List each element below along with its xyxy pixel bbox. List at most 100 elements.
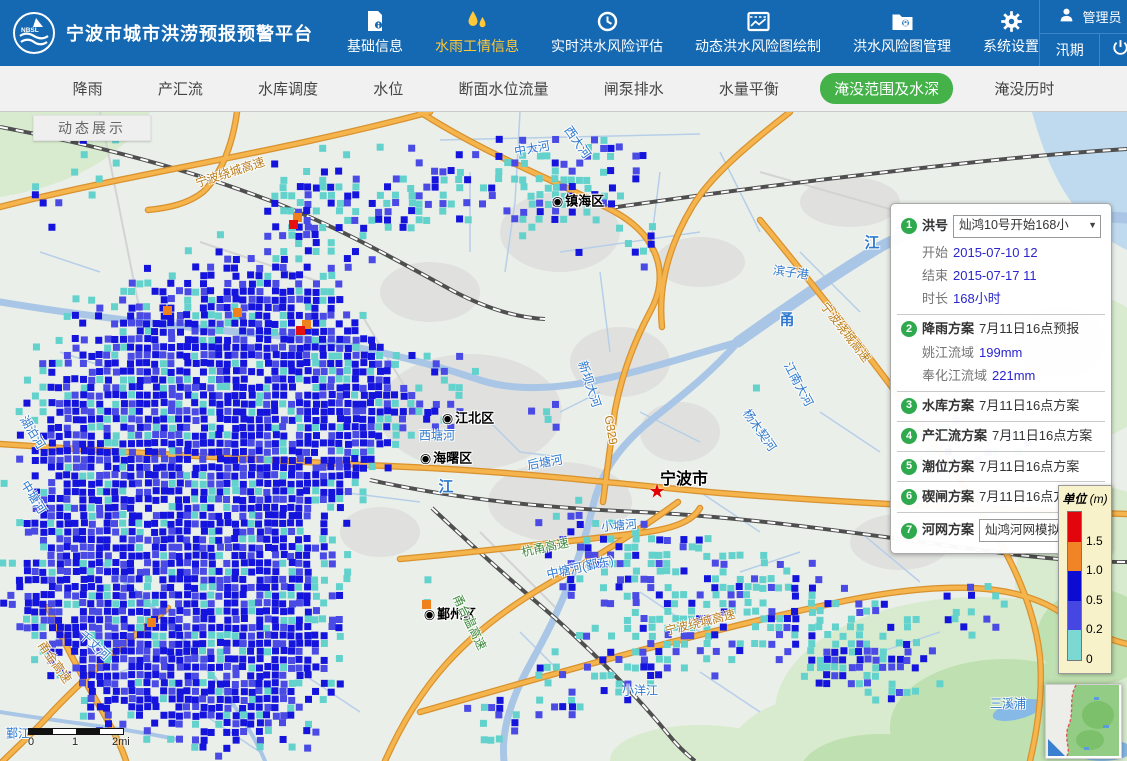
- header: NBSL 宁波市城市洪涝预报预警平台 基础信息 水雨工情信息 实时洪水风险评估动态洪…: [0, 0, 1127, 66]
- user-block: 管理员 汛期: [1039, 0, 1127, 66]
- chart-drawing-icon: [747, 10, 770, 32]
- panel-row-value: 7月11日16点方案: [979, 398, 1079, 414]
- panel-row: 2 降雨方案 7月11日16点预报: [901, 318, 1101, 341]
- panel-row-value: 199mm: [979, 345, 1022, 361]
- dynamic-display-button[interactable]: 动态展示: [33, 115, 151, 141]
- nav-item-6[interactable]: 系统设置: [983, 10, 1039, 56]
- panel-divider: [897, 391, 1105, 392]
- nav-item-label: 动态洪水风险图绘制: [695, 36, 821, 56]
- panel-row-label: 洪号: [922, 218, 948, 234]
- panel-row-value: 2015-07-17 11: [953, 268, 1037, 284]
- panel-row-value: 2015-07-10 12: [953, 245, 1038, 261]
- user-name: 管理员: [1082, 7, 1121, 26]
- legend-segment: [1068, 542, 1081, 572]
- legend-segment: [1068, 571, 1081, 601]
- legend-tick: 0.2: [1086, 622, 1103, 636]
- step-badge: 3: [901, 398, 917, 414]
- panel-divider: [897, 451, 1105, 452]
- nav-item-5[interactable]: 洪水风险图管理: [853, 10, 951, 56]
- legend-segment: [1068, 601, 1081, 631]
- minimap-toggle-icon[interactable]: [1048, 739, 1065, 756]
- function-tabs: 降雨产汇流水库调度水位断面水位流量闸泵排水水量平衡淹没范围及水深淹没历时: [0, 66, 1127, 112]
- select-value: 灿鸿10号开始168小: [959, 218, 1069, 234]
- panel-row-label: 开始: [922, 245, 948, 261]
- panel-row-label: 姚江流域: [922, 345, 974, 361]
- step-badge: 6: [901, 489, 917, 505]
- step-badge: 1: [901, 218, 917, 234]
- legend-tick: 1.0: [1086, 563, 1103, 577]
- map-scale-bar: 012mi: [28, 728, 124, 749]
- nav-item-4[interactable]: 动态洪水风险图绘制: [695, 10, 821, 56]
- panel-row-label: 时长: [922, 291, 948, 307]
- legend-tick: 0: [1086, 652, 1093, 666]
- user-icon: [1058, 7, 1075, 26]
- tab-7[interactable]: 水量平衡: [705, 73, 793, 104]
- legend-segment: [1068, 630, 1081, 660]
- panel-row: 开始 2015-07-10 12: [922, 241, 1101, 264]
- scale-tick-label: 1: [72, 736, 78, 748]
- nav-item-label: 水雨工情信息: [435, 36, 519, 56]
- panel-row-label: 降雨方案: [922, 321, 974, 337]
- gear-icon: [1001, 10, 1022, 32]
- folder-lock-icon: [891, 10, 914, 32]
- panel-divider: [897, 481, 1105, 482]
- panel-row-value: 7月11日16点预报: [979, 321, 1079, 337]
- tab-4[interactable]: 水位: [359, 73, 417, 104]
- flood-period-button[interactable]: 汛期: [1040, 34, 1100, 67]
- brand: NBSL 宁波市城市洪涝预报预警平台: [0, 0, 313, 66]
- panel-row: 4产汇流方案7月11日16点方案: [901, 425, 1101, 448]
- clock-icon: [597, 10, 618, 32]
- tab-5[interactable]: 断面水位流量: [444, 73, 562, 104]
- logo-text: NBSL: [21, 27, 39, 34]
- panel-row: 1 洪号灿鸿10号开始168小 ▼: [901, 211, 1101, 241]
- panel-row-value: 7月11日16点方案: [992, 428, 1092, 444]
- tab-1[interactable]: 降雨: [59, 73, 117, 104]
- nav-item-label: 系统设置: [983, 36, 1039, 56]
- panel-row: 结束2015-07-17 11: [922, 264, 1101, 287]
- panel-row-label: 奉化江流域: [922, 368, 987, 384]
- app-root: NBSL 宁波市城市洪涝预报预警平台 基础信息 水雨工情信息 实时洪水风险评估动态洪…: [0, 0, 1127, 761]
- overview-minimap[interactable]: [1045, 684, 1122, 759]
- legend-color-bar: [1068, 512, 1081, 660]
- platform-logo-icon: NBSL: [12, 11, 56, 55]
- panel-row: 5潮位方案7月11日16点方案: [901, 455, 1101, 478]
- nav-item-1[interactable]: 基础信息: [347, 10, 403, 56]
- panel-row-value: 168小时: [953, 291, 1001, 307]
- panel-row: 奉化江流域221mm: [922, 364, 1101, 387]
- panel-row: 姚江流域 199mm: [922, 341, 1101, 364]
- panel-row-label: 河网方案: [922, 522, 974, 538]
- tab-2[interactable]: 产汇流: [144, 73, 217, 104]
- nav-item-3[interactable]: 实时洪水风险评估: [551, 10, 663, 56]
- tab-6[interactable]: 闸泵排水: [590, 73, 678, 104]
- panel-row-label: 水库方案: [922, 398, 974, 414]
- depth-legend: 单位 (m) 1.5 1.0 0.5 0.2 0: [1058, 485, 1112, 674]
- panel-row: 时长 168小时: [922, 288, 1101, 311]
- flood-event-select[interactable]: 灿鸿10号开始168小 ▼: [953, 215, 1101, 238]
- chevron-down-icon: ▼: [1088, 220, 1097, 231]
- document-info-icon: [365, 10, 385, 32]
- tab-3[interactable]: 水库调度: [244, 73, 332, 104]
- nav-item-label: 洪水风险图管理: [853, 36, 951, 56]
- panel-row: 3 水库方案 7月11日16点方案: [901, 395, 1101, 418]
- top-nav: 基础信息 水雨工情信息 实时洪水风险评估动态洪水风险图绘制 洪水风险图管理 系统设置: [347, 0, 1039, 66]
- tab-9[interactable]: 淹没历时: [980, 73, 1068, 104]
- page-title: 宁波市城市洪涝预报预警平台: [66, 20, 313, 46]
- panel-row-label: 产汇流方案: [922, 428, 987, 444]
- panel-divider: [897, 314, 1105, 315]
- panel-row-label: 潮位方案: [922, 459, 974, 475]
- user-menu[interactable]: 管理员: [1040, 0, 1127, 34]
- scale-bar-graphic: [28, 728, 124, 735]
- scale-tick-label: 2mi: [112, 736, 130, 748]
- step-badge: 2: [901, 321, 917, 337]
- header-actions: 汛期: [1040, 34, 1127, 67]
- legend-tick: 0.5: [1086, 593, 1103, 607]
- rain-drops-icon: [466, 10, 488, 32]
- nav-item-label: 基础信息: [347, 36, 403, 56]
- legend-tick: 1.5: [1086, 534, 1103, 548]
- tab-8[interactable]: 淹没范围及水深: [820, 73, 953, 104]
- power-icon: [1111, 38, 1127, 62]
- panel-divider: [897, 421, 1105, 422]
- legend-title: 单位 (m): [1059, 490, 1111, 507]
- nav-item-2[interactable]: 水雨工情信息: [435, 10, 519, 56]
- logout-button[interactable]: [1100, 34, 1127, 67]
